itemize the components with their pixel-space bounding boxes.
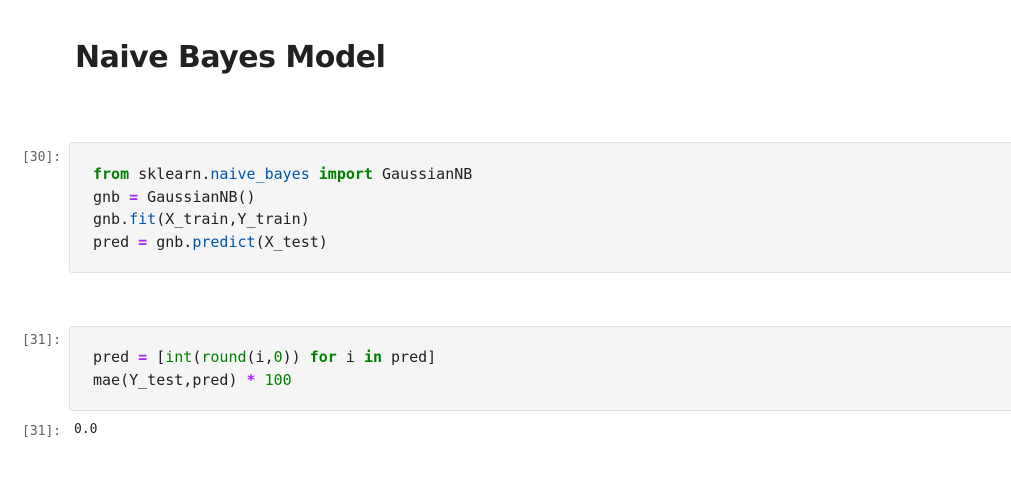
code-token: predict <box>192 232 256 251</box>
code-token: import <box>318 165 373 183</box>
code-token: GaussianNB <box>372 165 473 183</box>
code-cell-30[interactable]: from sklearn.naive_bayes import Gaussian… <box>69 142 1011 273</box>
code-token: 100 <box>264 370 292 389</box>
code-token: )) <box>282 348 310 366</box>
code-token: sklearn. <box>129 165 211 183</box>
code-line: mae(Y_test,pred) * 100 <box>93 369 436 392</box>
code-token: (i, <box>246 348 274 366</box>
code-cell-31[interactable]: pred = [int(round(i,0)) for i in pred] ma… <box>69 326 1011 411</box>
code-line: from sklearn.naive_bayes import Gaussian… <box>93 163 472 186</box>
code-token: GaussianNB() <box>138 187 256 206</box>
code-token: (X_test) <box>255 232 328 251</box>
code-token: gnb. <box>147 232 193 251</box>
code-token: gnb. <box>93 210 130 228</box>
code-token: round <box>201 348 247 366</box>
code-token: int <box>165 348 193 366</box>
code-token: = <box>129 187 139 206</box>
code-editor[interactable]: pred = [int(round(i,0)) for i in pred] ma… <box>93 346 436 391</box>
code-token: = <box>138 232 148 251</box>
code-token: * <box>246 370 256 389</box>
code-line: gnb = GaussianNB() <box>93 186 472 209</box>
cell-30-input-prompt: [30]: <box>22 150 62 165</box>
cell-31-input-prompt: [31]: <box>22 333 62 348</box>
code-line: gnb.fit(X_train,Y_train) <box>93 208 472 231</box>
code-token: 0 <box>273 348 283 366</box>
code-token: gnb <box>93 187 130 206</box>
code-line: pred = gnb.predict(X_test) <box>93 231 472 254</box>
code-token: fit <box>129 210 157 228</box>
code-token: pred] <box>382 348 437 366</box>
code-token: [ <box>147 348 166 366</box>
code-line: pred = [int(round(i,0)) for i in pred] <box>93 346 436 369</box>
code-editor[interactable]: from sklearn.naive_bayes import Gaussian… <box>93 163 472 253</box>
cell-31-output: 0.0 <box>74 422 98 437</box>
code-token: from <box>93 165 130 183</box>
code-token: i <box>336 348 364 366</box>
code-token: mae(Y_test,pred) <box>93 370 247 389</box>
code-token: in <box>363 348 382 366</box>
section-heading: Naive Bayes Model <box>75 40 386 75</box>
code-token: pred <box>93 232 139 251</box>
code-token: pred <box>93 348 139 366</box>
cell-31-output-prompt: [31]: <box>22 424 62 439</box>
code-token: for <box>309 348 337 366</box>
code-token: naive_bayes <box>210 165 310 183</box>
code-token: (X_train,Y_train) <box>156 210 310 228</box>
code-token: = <box>138 348 148 366</box>
